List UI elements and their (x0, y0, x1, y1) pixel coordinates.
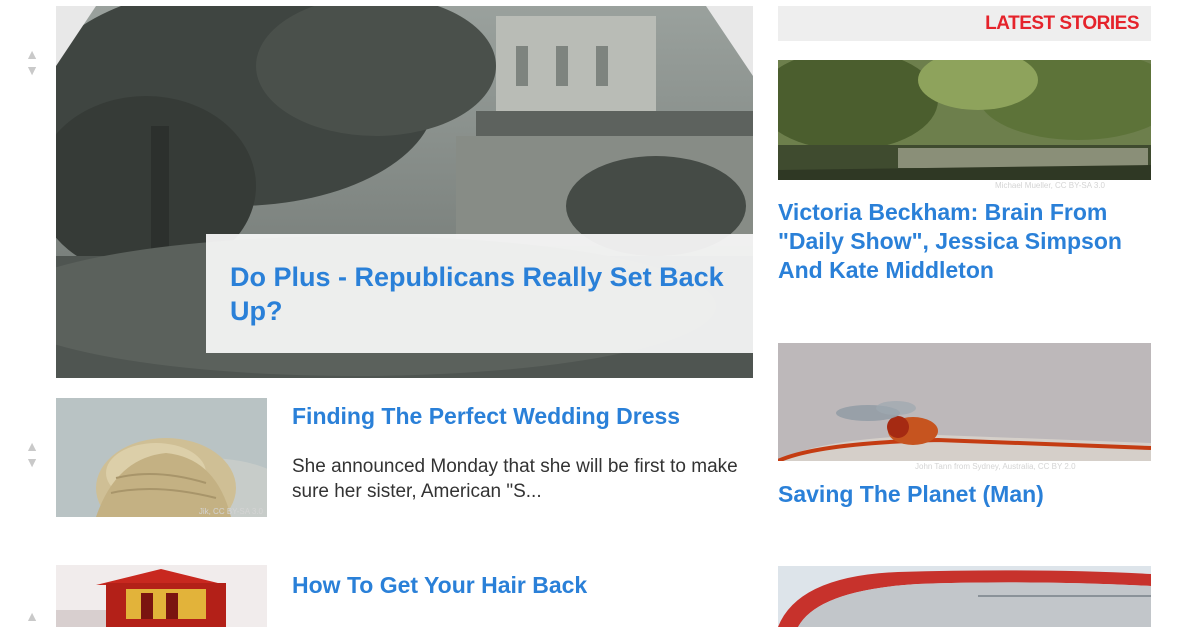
upvote-icon[interactable]: ▲ (24, 608, 40, 624)
vote-control: ▲ (24, 608, 40, 624)
story-thumbnail[interactable] (778, 60, 1151, 180)
train-image (778, 566, 1151, 627)
story-thumbnail[interactable] (778, 343, 1151, 461)
downvote-icon[interactable]: ▼ (24, 62, 40, 78)
upvote-icon[interactable]: ▲ (24, 46, 40, 62)
hero-article[interactable]: Do Plus - Republicans Really Set Back Up… (56, 6, 753, 378)
article-title[interactable]: Finding The Perfect Wedding Dress (292, 403, 680, 430)
vote-control: ▲ ▼ (24, 438, 40, 470)
story-title[interactable]: Victoria Beckham: Brain From "Daily Show… (778, 198, 1158, 285)
article-excerpt: She announced Monday that she will be fi… (292, 456, 738, 502)
vote-control: ▲ ▼ (24, 46, 40, 78)
image-credit: Jik, CC BY-SA 3.0 (198, 507, 263, 516)
shell-image (56, 398, 267, 517)
upvote-icon[interactable]: ▲ (24, 438, 40, 454)
story-thumbnail[interactable] (778, 566, 1151, 627)
hero-caption: Do Plus - Republicans Really Set Back Up… (206, 234, 753, 353)
latest-stories-header: LATEST STORIES (778, 6, 1151, 41)
article-title[interactable]: How To Get Your Hair Back (292, 572, 587, 599)
article-thumbnail[interactable] (56, 565, 267, 627)
temple-image (56, 565, 267, 627)
story-title[interactable]: Saving The Planet (Man) (778, 480, 1158, 509)
latest-stories-label: LATEST STORIES (985, 13, 1139, 34)
image-credit: John Tann from Sydney, Australia, CC BY … (915, 462, 1076, 471)
downvote-icon[interactable]: ▼ (24, 454, 40, 470)
fly-image (778, 343, 1151, 461)
hero-title[interactable]: Do Plus - Republicans Really Set Back Up… (230, 260, 729, 328)
image-credit: Michael Mueller, CC BY-SA 3.0 (995, 181, 1105, 190)
article-thumbnail[interactable]: Jik, CC BY-SA 3.0 (56, 398, 267, 517)
creek-image (778, 60, 1151, 180)
